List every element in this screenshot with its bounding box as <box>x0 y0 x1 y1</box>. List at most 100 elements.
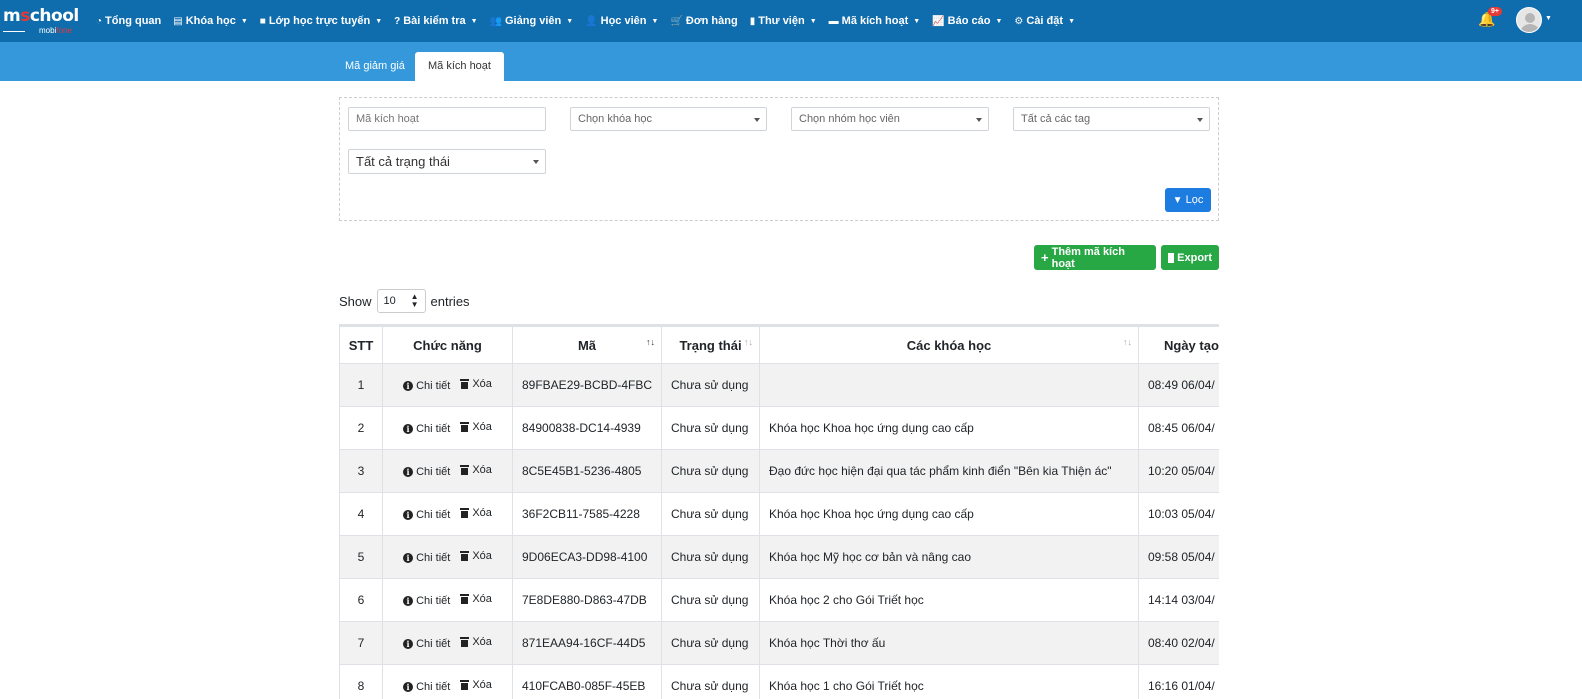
delete-button[interactable]: Xóa <box>460 464 492 476</box>
cell-code: 84900838-DC14-4939 <box>512 406 662 450</box>
nav-item-10[interactable]: ⚙ Cài đặt ▼ <box>1014 15 1075 27</box>
cell-code: 410FCAB0-085F-45EB <box>512 664 662 699</box>
users-icon: 👥 <box>489 15 502 27</box>
delete-button[interactable]: Xóa <box>460 421 492 433</box>
chevron-down-icon: ▼ <box>470 17 478 25</box>
nav-item-2[interactable]: ■ Lớp học trực tuyến ▼ <box>260 15 382 27</box>
tab-bar: Mã giảm giá Mã kích hoạt <box>0 42 1582 81</box>
nav-item-label: Học viên <box>600 15 647 27</box>
cell-courses: Khóa học 1 cho Gói Triết học <box>759 664 1139 699</box>
table-row: 1 i Chi tiết Xóa 89FBAE29-BCBD-4FBC Chưa sử d… <box>339 363 1219 407</box>
notification-badge: 9+ <box>1488 7 1502 16</box>
delete-button[interactable]: Xóa <box>460 507 492 519</box>
detail-button[interactable]: i Chi tiết <box>403 681 450 693</box>
info-icon: i <box>403 596 414 606</box>
detail-button[interactable]: i Chi tiết <box>403 380 450 392</box>
tab-activation-codes[interactable]: Mã kích hoạt <box>415 52 504 81</box>
trash-icon <box>460 508 470 518</box>
status-select[interactable]: Tất cả trạng thái <box>348 149 546 174</box>
logo[interactable]: mschool mobifone <box>3 4 83 38</box>
detail-button[interactable]: i Chi tiết <box>403 466 450 478</box>
nav-item-9[interactable]: 📈 Báo cáo ▼ <box>932 15 1002 27</box>
delete-button[interactable]: Xóa <box>460 550 492 562</box>
header-actions[interactable]: Chức năng <box>382 326 513 364</box>
nav-item-0[interactable]: ◔ Tổng quan <box>96 15 161 27</box>
cell-courses <box>759 363 1139 407</box>
detail-button[interactable]: i Chi tiết <box>403 509 450 521</box>
table-row: 3 i Chi tiết Xóa 8C5E45B1-5236-4805 Chưa sử d… <box>339 449 1219 493</box>
tab-discount-codes[interactable]: Mã giảm giá <box>332 52 418 81</box>
trash-icon <box>460 637 470 647</box>
cell-status: Chưa sử dụng <box>661 406 760 450</box>
file-excel-icon <box>1168 252 1175 263</box>
filter-button[interactable]: ▼ Lọc <box>1165 188 1211 212</box>
nav-item-4[interactable]: 👥 Giảng viên ▼ <box>490 15 574 27</box>
trash-icon <box>460 594 470 604</box>
cell-stt: 2 <box>339 406 383 450</box>
nav-item-3[interactable]: ? Bài kiểm tra ▼ <box>394 15 477 27</box>
cell-code: 9D06ECA3-DD98-4100 <box>512 535 662 579</box>
detail-button[interactable]: i Chi tiết <box>403 552 450 564</box>
nav-item-5[interactable]: 👤 Học viên ▼ <box>585 15 658 27</box>
video-icon: ■ <box>259 15 266 27</box>
cell-actions: i Chi tiết Xóa <box>382 492 513 536</box>
header-stt[interactable]: STT <box>339 326 383 364</box>
nav-item-label: Mã kích hoạt <box>841 15 909 27</box>
header-created[interactable]: Ngày tạo <box>1138 326 1219 364</box>
detail-button[interactable]: i Chi tiết <box>403 638 450 650</box>
cell-status: Chưa sử dụng <box>661 492 760 536</box>
cell-created: 16:16 01/04/ <box>1138 664 1219 699</box>
delete-button[interactable]: Xóa <box>460 593 492 605</box>
logo-brand: mschool <box>3 6 79 26</box>
detail-button[interactable]: i Chi tiết <box>403 595 450 607</box>
chevron-down-icon[interactable]: ▼ <box>1545 15 1552 22</box>
nav-item-6[interactable]: 🛒 Đơn hàng <box>670 15 737 27</box>
nav-item-label: Thư viện <box>758 15 805 27</box>
student-group-select[interactable]: Chọn nhóm học viên <box>791 107 989 131</box>
nav-item-label: Cài đặt <box>1026 15 1064 27</box>
chevron-down-icon <box>754 118 760 122</box>
cell-status: Chưa sử dụng <box>661 535 760 579</box>
activation-code-input[interactable] <box>348 107 546 131</box>
cell-stt: 8 <box>339 664 383 699</box>
cell-code: 8C5E45B1-5236-4805 <box>512 449 662 493</box>
add-activation-code-button[interactable]: + Thêm mã kích hoạt <box>1034 245 1156 270</box>
info-icon: i <box>403 553 414 563</box>
export-button[interactable]: Export <box>1161 245 1219 270</box>
cell-stt: 4 <box>339 492 383 536</box>
cell-created: 10:03 05/04/ <box>1138 492 1219 536</box>
avatar[interactable] <box>1516 7 1542 33</box>
table-row: 8 i Chi tiết Xóa 410FCAB0-085F-45EB Chưa sử d… <box>339 664 1219 699</box>
course-icon: ▤ <box>173 15 183 27</box>
chart-icon: 📈 <box>932 15 945 27</box>
cell-actions: i Chi tiết Xóa <box>382 535 513 579</box>
cell-actions: i Chi tiết Xóa <box>382 363 513 407</box>
nav-item-label: Lớp học trực tuyến <box>268 15 371 27</box>
logo-line <box>3 31 25 32</box>
chevron-down-icon: ▼ <box>375 17 383 25</box>
chevron-down-icon: ▼ <box>995 17 1003 25</box>
delete-button[interactable]: Xóa <box>460 636 492 648</box>
nav-item-8[interactable]: ▬ Mã kích hoạt ▼ <box>829 15 921 27</box>
course-select[interactable]: Chọn khóa học <box>570 107 767 131</box>
chevron-down-icon <box>533 160 539 164</box>
detail-button[interactable]: i Chi tiết <box>403 423 450 435</box>
nav-item-1[interactable]: ▤ Khóa học ▼ <box>173 15 248 27</box>
cell-created: 10:20 05/04/ <box>1138 449 1219 493</box>
nav-item-label: Giảng viên <box>505 15 562 27</box>
table-header-row: STT Chức năng Mã ↑↓ Trạng thái ↑↓ Các khóa… <box>339 326 1219 364</box>
delete-button[interactable]: Xóa <box>460 378 492 390</box>
cell-status: Chưa sử dụng <box>661 621 760 665</box>
header-code[interactable]: Mã ↑↓ <box>512 326 662 364</box>
nav-item-7[interactable]: ▮ Thư viện ▼ <box>750 15 817 27</box>
delete-button[interactable]: Xóa <box>460 679 492 691</box>
filter-icon: ▼ <box>1172 194 1183 206</box>
header-courses[interactable]: Các khóa học ↑↓ <box>759 326 1139 364</box>
header-status[interactable]: Trạng thái ↑↓ <box>661 326 760 364</box>
cell-stt: 3 <box>339 449 383 493</box>
chevron-down-icon: ▼ <box>651 17 659 25</box>
entries-select[interactable]: 10 ▲ ▼ <box>376 289 426 313</box>
tag-select[interactable]: Tất cả các tag <box>1013 107 1210 131</box>
table-row: 2 i Chi tiết Xóa 84900838-DC14-4939 Chưa sử d… <box>339 406 1219 450</box>
nav-item-label: Báo cáo <box>947 15 991 27</box>
